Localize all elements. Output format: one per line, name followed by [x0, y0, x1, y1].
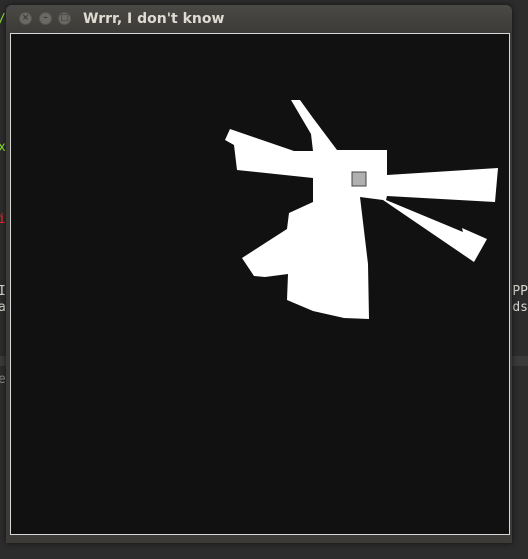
game-canvas[interactable] — [10, 33, 510, 535]
window-title: Wrrr, I don't know — [83, 11, 225, 27]
terminal-line: ds — [512, 300, 528, 315]
player-square[interactable] — [351, 171, 367, 187]
terminal-line: PP — [512, 284, 528, 299]
app-window: × – □ Wrrr, I don't know — [6, 5, 512, 543]
visibility-scene — [11, 34, 509, 534]
minimize-icon[interactable]: – — [39, 12, 52, 25]
close-icon[interactable]: × — [19, 12, 32, 25]
maximize-icon[interactable]: □ — [58, 12, 71, 25]
title-bar[interactable]: × – □ Wrrr, I don't know — [6, 5, 512, 33]
scene-background — [11, 34, 509, 534]
